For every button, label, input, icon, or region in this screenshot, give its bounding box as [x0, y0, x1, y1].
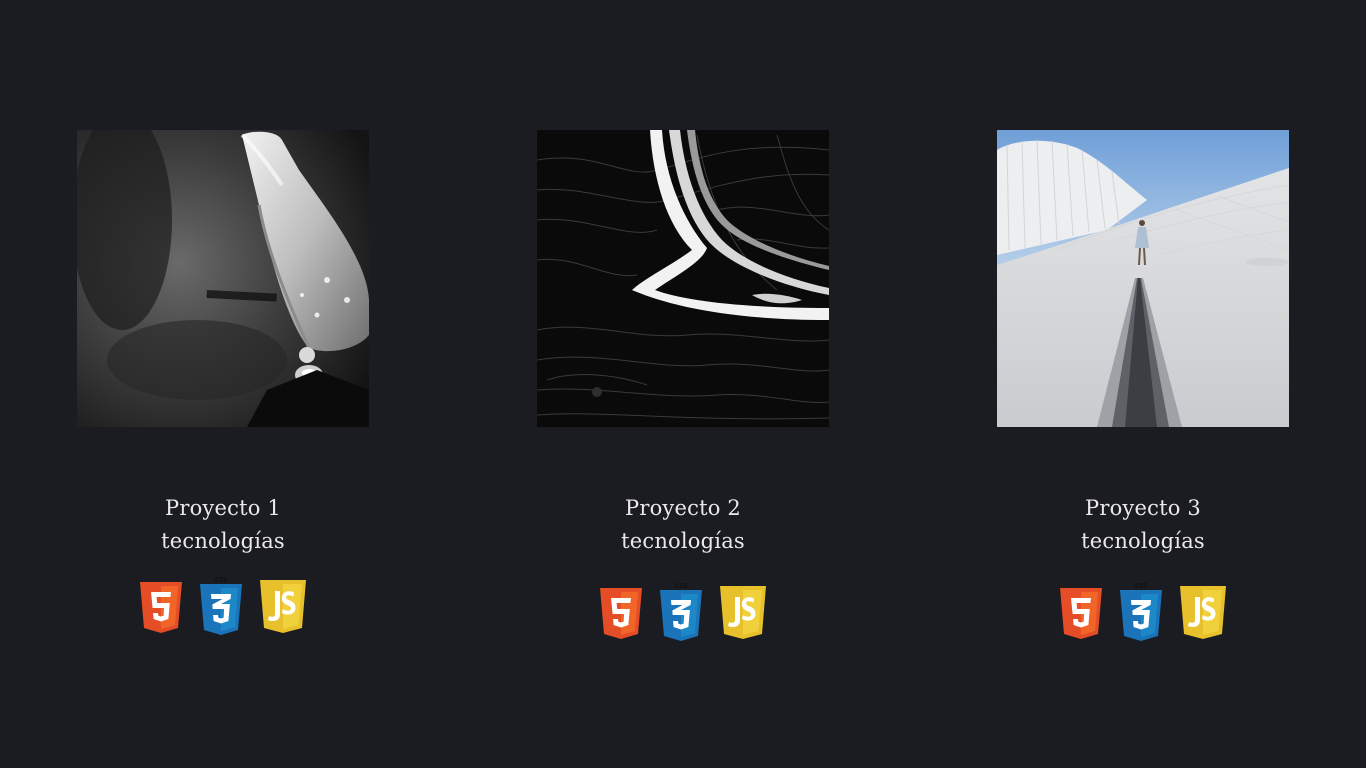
- html5-icon: [138, 576, 184, 636]
- svg-text:CSS: CSS: [1135, 582, 1148, 590]
- project-1-title: Proyecto 1: [165, 496, 281, 520]
- project-1-caption: Proyecto 1 tecnologías: [77, 492, 369, 558]
- css3-icon: CSS: [1118, 582, 1164, 642]
- javascript-icon: [718, 582, 768, 642]
- project-2-subtitle: tecnologías: [621, 529, 745, 553]
- portfolio-page: Proyecto 1 tecnologías CSS Proyecto 2 te…: [0, 0, 1366, 768]
- javascript-icon: [258, 576, 308, 636]
- project-1-subtitle: tecnologías: [161, 529, 285, 553]
- html5-icon: [598, 582, 644, 642]
- html5-icon: [1058, 582, 1104, 642]
- project-2-caption: Proyecto 2 tecnologías: [537, 492, 829, 558]
- project-3-caption: Proyecto 3 tecnologías: [997, 492, 1289, 558]
- project-card-3: Proyecto 3 tecnologías CSS: [997, 130, 1289, 641]
- svg-text:CSS: CSS: [215, 576, 228, 584]
- white-architecture-photo: [997, 130, 1289, 427]
- project-1-tech-list: CSS: [77, 576, 369, 636]
- project-1-thumbnail[interactable]: [77, 130, 369, 427]
- project-3-title: Proyecto 3: [1085, 496, 1201, 520]
- project-card-1: Proyecto 1 tecnologías CSS: [77, 130, 369, 635]
- project-2-thumbnail[interactable]: [537, 130, 829, 427]
- css3-icon: CSS: [198, 576, 244, 636]
- flower-droplet-photo: [77, 130, 369, 427]
- project-3-thumbnail[interactable]: [997, 130, 1289, 427]
- svg-text:CSS: CSS: [675, 582, 688, 590]
- project-card-2: Proyecto 2 tecnologías CSS: [537, 130, 829, 641]
- project-2-title: Proyecto 2: [625, 496, 741, 520]
- project-3-tech-list: CSS: [997, 582, 1289, 642]
- project-2-tech-list: CSS: [537, 582, 829, 642]
- javascript-icon: [1178, 582, 1228, 642]
- project-3-subtitle: tecnologías: [1081, 529, 1205, 553]
- css3-icon: CSS: [658, 582, 704, 642]
- marble-swirl-photo: [537, 130, 829, 427]
